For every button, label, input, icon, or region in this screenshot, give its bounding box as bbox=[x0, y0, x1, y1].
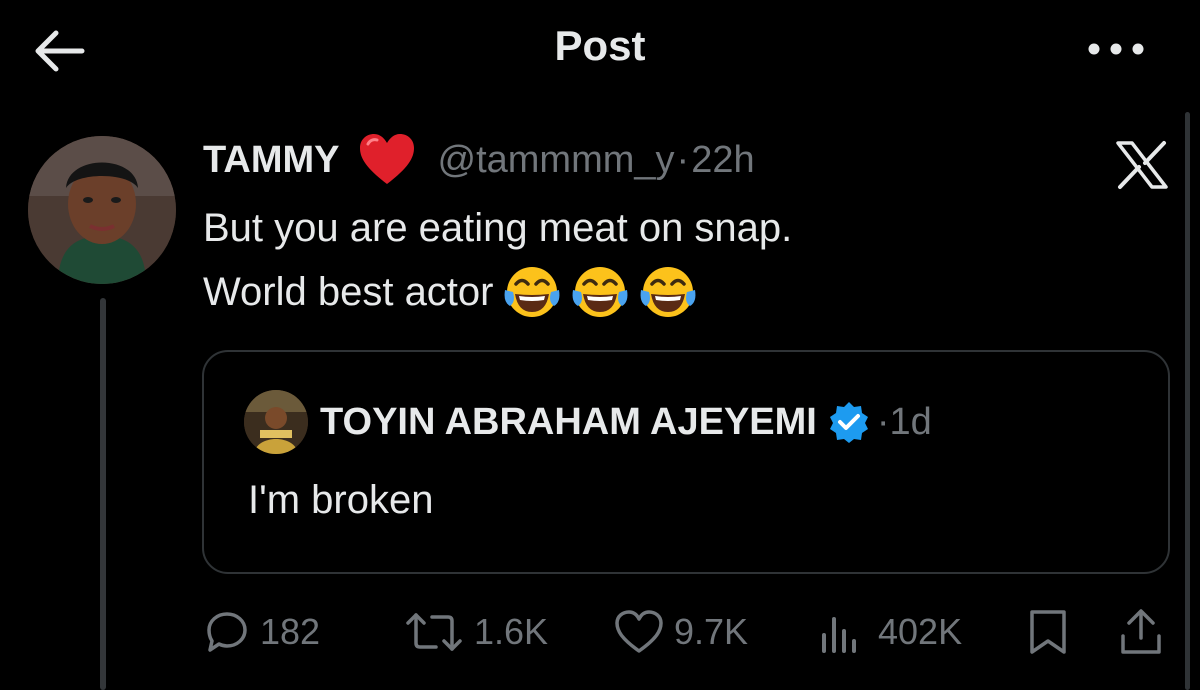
post-text: But you are eating meat on snap. World b… bbox=[203, 196, 792, 324]
author-name[interactable]: TAMMY bbox=[203, 139, 340, 182]
reply-icon bbox=[207, 612, 247, 652]
bookmark-button[interactable] bbox=[1026, 604, 1070, 660]
repost-count: 1.6K bbox=[474, 611, 549, 652]
author-avatar-image bbox=[28, 136, 176, 284]
post-timestamp[interactable]: 22h bbox=[691, 139, 754, 182]
reply-count: 182 bbox=[260, 611, 321, 652]
post-actions-bar: 182 1.6K 9.7K 402K bbox=[0, 604, 1200, 660]
bookmark-icon bbox=[1030, 610, 1066, 654]
author-avatar[interactable] bbox=[28, 136, 176, 284]
quoted-author-name: TOYIN ABRAHAM AJEYEMI bbox=[320, 400, 817, 443]
views-button[interactable]: 402K bbox=[818, 604, 962, 660]
repost-button[interactable]: 1.6K bbox=[404, 604, 548, 660]
like-button[interactable]: 9.7K bbox=[614, 604, 748, 660]
repost-icon bbox=[406, 613, 462, 651]
post-header: TAMMY @tammmm_y · 22h bbox=[203, 132, 755, 188]
share-button[interactable] bbox=[1118, 604, 1164, 660]
quoted-post-timestamp: 1d bbox=[889, 400, 932, 443]
page-title: Post bbox=[554, 22, 646, 69]
tears-of-joy-icon bbox=[570, 262, 630, 322]
tears-of-joy-icon bbox=[638, 262, 698, 322]
reply-button[interactable]: 182 bbox=[204, 604, 320, 660]
heart-icon bbox=[615, 610, 663, 653]
more-options-button[interactable] bbox=[1084, 34, 1148, 64]
analytics-icon bbox=[822, 617, 856, 653]
x-logo-icon[interactable] bbox=[1114, 140, 1170, 190]
more-dots-icon bbox=[1088, 43, 1144, 55]
quoted-post[interactable]: TOYIN ABRAHAM AJEYEMI · 1d I'm broken bbox=[202, 350, 1170, 574]
red-heart-icon bbox=[358, 132, 416, 188]
tears-of-joy-icon bbox=[502, 262, 562, 322]
share-icon bbox=[1121, 609, 1161, 654]
view-count: 402K bbox=[878, 611, 963, 652]
quoted-post-header: TOYIN ABRAHAM AJEYEMI · 1d bbox=[244, 388, 932, 456]
quoted-author-avatar[interactable] bbox=[244, 390, 308, 454]
post-text-line-2: World best actor bbox=[203, 270, 494, 314]
post-text-line-1: But you are eating meat on snap. bbox=[203, 206, 793, 250]
like-count: 9.7K bbox=[674, 611, 749, 652]
separator-dot: · bbox=[676, 138, 690, 181]
author-handle[interactable]: @tammmm_y bbox=[438, 139, 675, 182]
separator-dot: · bbox=[876, 400, 890, 443]
top-bar: Post bbox=[0, 0, 1200, 100]
quoted-post-text: I'm broken bbox=[248, 478, 434, 522]
verified-badge-icon bbox=[829, 402, 868, 443]
